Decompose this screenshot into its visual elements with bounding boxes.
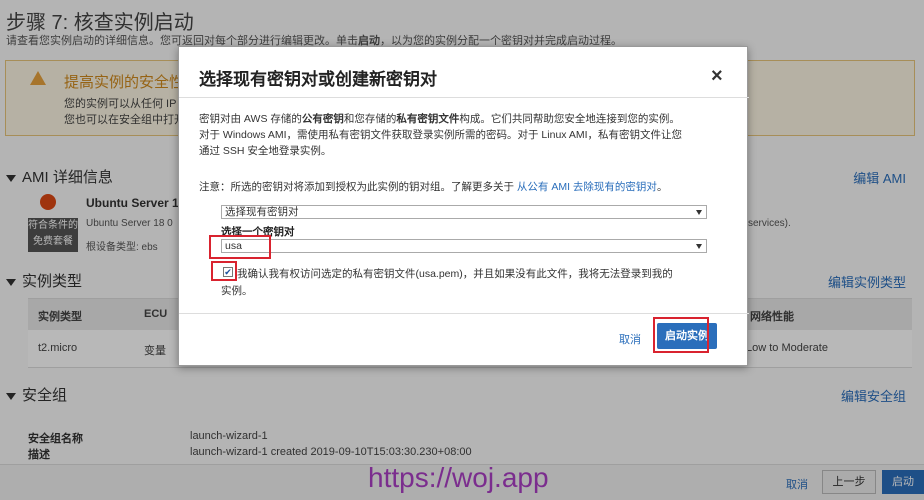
- acknowledge-text: 我确认我有权访问选定的私有密钥文件(usa.pem)，并且如果没有此文件，我将无…: [237, 268, 673, 280]
- dialog-paragraph: 对于 Windows AMI，需使用私有密钥文件获取登录实例所需的密码。对于 L…: [199, 129, 683, 141]
- highlight-box: [211, 261, 237, 281]
- divider: [179, 313, 749, 314]
- acknowledge-text: 实例。: [221, 285, 253, 297]
- dialog-note: 注意：所选的密钥对将添加到授权为此实例的钥对组。了解更多关于 从公有 AMI 去…: [199, 181, 668, 193]
- close-icon[interactable]: ×: [711, 65, 723, 88]
- dialog-paragraph: 密钥对由 AWS 存储的公有密钥和您存储的私有密钥文件构成。它们共同帮助您安全地…: [199, 113, 680, 125]
- dialog-title: 选择现有密钥对或创建新密钥对: [199, 70, 437, 89]
- chevron-down-icon: [696, 244, 702, 249]
- chevron-down-icon: [696, 210, 702, 215]
- divider: [179, 97, 749, 98]
- key-pair-dialog: 选择现有密钥对或创建新密钥对 × 密钥对由 AWS 存储的公有密钥和您存储的私有…: [178, 46, 749, 366]
- key-pair-select[interactable]: usa: [221, 239, 707, 253]
- highlight-box: [209, 235, 271, 259]
- watermark-text: https://woj.app: [368, 462, 549, 493]
- dialog-cancel-button[interactable]: 取消: [619, 331, 641, 347]
- key-pair-mode-select[interactable]: 选择现有密钥对: [221, 205, 707, 219]
- highlight-box: [653, 317, 709, 353]
- learn-more-link[interactable]: 从公有 AMI 去除现有的密钥对: [517, 181, 657, 193]
- dialog-paragraph: 通过 SSH 安全地登录实例。: [199, 145, 332, 157]
